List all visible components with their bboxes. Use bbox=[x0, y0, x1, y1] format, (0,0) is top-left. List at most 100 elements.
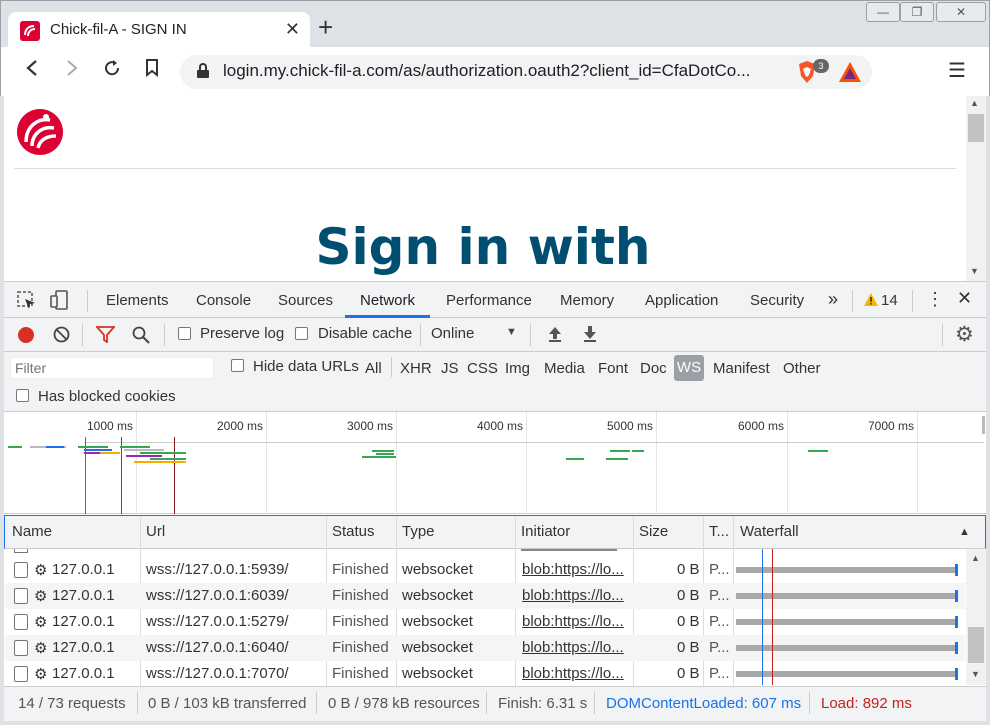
disable-cache-label[interactable]: Disable cache bbox=[318, 325, 412, 342]
status-separator bbox=[809, 692, 810, 714]
row-initiator-link[interactable]: blob:https://lo... bbox=[522, 613, 632, 630]
scroll-up-icon[interactable]: ▲ bbox=[971, 553, 980, 563]
filter-type-xhr[interactable]: XHR bbox=[400, 360, 432, 377]
clear-icon[interactable] bbox=[53, 326, 70, 343]
filter-type-ws[interactable]: WS bbox=[674, 355, 704, 381]
new-tab-button[interactable]: + bbox=[318, 14, 333, 40]
devtools-close-icon[interactable]: ✕ bbox=[957, 288, 972, 309]
tab-sources[interactable]: Sources bbox=[278, 292, 333, 309]
row-initiator-link[interactable]: blob:https://lo... bbox=[522, 561, 632, 578]
tab-application[interactable]: Application bbox=[645, 292, 718, 309]
address-bar[interactable]: login.my.chick-fil-a.com/as/authorizatio… bbox=[180, 55, 872, 89]
scroll-down-icon[interactable]: ▼ bbox=[971, 669, 980, 679]
minimize-button[interactable]: — bbox=[866, 2, 900, 22]
has-blocked-cookies-label[interactable]: Has blocked cookies bbox=[38, 388, 176, 405]
filter-type-other[interactable]: Other bbox=[783, 360, 821, 377]
column-status[interactable]: Status bbox=[332, 523, 375, 540]
timeline-gridline bbox=[266, 412, 267, 514]
status-separator bbox=[594, 692, 595, 714]
row-status: Finished bbox=[332, 639, 389, 656]
row-initiator-link[interactable]: blob:https://lo... bbox=[522, 587, 632, 604]
reload-button[interactable] bbox=[100, 58, 124, 84]
scroll-down-icon[interactable]: ▼ bbox=[970, 266, 979, 276]
column-size[interactable]: Size bbox=[639, 523, 668, 540]
column-initiator[interactable]: Initiator bbox=[521, 523, 570, 540]
column-url[interactable]: Url bbox=[146, 523, 165, 540]
table-row[interactable]: ⚙ 127.0.0.1 wss://127.0.0.1:5279/ Finish… bbox=[5, 609, 965, 635]
filter-separator bbox=[391, 357, 392, 377]
column-waterfall[interactable]: Waterfall bbox=[740, 523, 799, 540]
export-har-icon[interactable] bbox=[582, 325, 598, 343]
browser-tab[interactable]: Chick-fil-A - SIGN IN ✕ bbox=[8, 12, 310, 48]
scroll-up-icon[interactable]: ▲ bbox=[970, 98, 979, 108]
forward-button[interactable] bbox=[60, 58, 84, 84]
sort-ascending-icon[interactable]: ▲ bbox=[959, 526, 970, 538]
more-tabs-icon[interactable]: » bbox=[828, 289, 838, 310]
warning-icon[interactable] bbox=[864, 293, 878, 306]
tab-performance[interactable]: Performance bbox=[446, 292, 532, 309]
request-bar bbox=[376, 453, 394, 455]
tab-security[interactable]: Security bbox=[750, 292, 804, 309]
browser-menu-icon[interactable]: ☰ bbox=[948, 58, 966, 83]
filter-type-img[interactable]: Img bbox=[505, 360, 530, 377]
maximize-button[interactable]: ❐ bbox=[900, 2, 934, 22]
filter-type-manifest[interactable]: Manifest bbox=[713, 360, 770, 377]
filter-type-media[interactable]: Media bbox=[544, 360, 585, 377]
import-har-icon[interactable] bbox=[547, 325, 563, 343]
tab-network[interactable]: Network bbox=[360, 292, 415, 309]
page-scrollbar[interactable]: ▲ ▼ bbox=[966, 96, 986, 281]
table-row[interactable]: ⚙ 127.0.0.1 wss://127.0.0.1:6039/ Finish… bbox=[5, 583, 965, 609]
filter-input[interactable] bbox=[10, 357, 214, 379]
request-bar bbox=[120, 446, 150, 448]
requests-count: 14 / 73 requests bbox=[18, 695, 126, 712]
table-row[interactable]: ⚙ 127.0.0.1 wss://127.0.0.1:5939/ Finish… bbox=[5, 557, 965, 583]
column-name[interactable]: Name bbox=[12, 523, 52, 540]
record-icon[interactable] bbox=[18, 327, 34, 343]
disable-cache-checkbox[interactable] bbox=[295, 327, 308, 340]
row-url: wss://127.0.0.1:5279/ bbox=[146, 613, 289, 630]
filter-type-js[interactable]: JS bbox=[441, 360, 459, 377]
hide-data-urls-label[interactable]: Hide data URLs bbox=[253, 358, 359, 375]
row-initiator-link[interactable]: blob:https://lo... bbox=[522, 639, 632, 656]
table-row[interactable]: ⚙ 127.0.0.1 wss://127.0.0.1:6040/ Finish… bbox=[5, 635, 965, 661]
back-button[interactable] bbox=[20, 58, 44, 84]
gear-icon[interactable]: ⚙ bbox=[955, 322, 974, 347]
filter-type-font[interactable]: Font bbox=[598, 360, 628, 377]
tab-close-icon[interactable]: ✕ bbox=[285, 19, 300, 40]
window-close-button[interactable]: ✕ bbox=[936, 2, 986, 22]
request-bar bbox=[372, 450, 394, 452]
page-scrollbar-thumb[interactable] bbox=[968, 114, 984, 142]
search-icon[interactable] bbox=[132, 326, 150, 344]
column-time[interactable]: T... bbox=[709, 523, 729, 540]
brave-rewards-icon[interactable] bbox=[838, 61, 862, 83]
request-bar bbox=[134, 461, 186, 463]
filter-type-doc[interactable]: Doc bbox=[640, 360, 667, 377]
row-initiator-link[interactable]: blob:https://lo... bbox=[522, 665, 632, 682]
throttling-select[interactable]: Online bbox=[431, 325, 474, 342]
page-heading: Sign in with bbox=[315, 218, 651, 276]
preserve-log-checkbox[interactable] bbox=[178, 327, 191, 340]
bookmark-button[interactable] bbox=[140, 58, 164, 84]
warning-count[interactable]: 14 bbox=[881, 292, 898, 309]
table-row[interactable]: ⚙ 127.0.0.1 wss://127.0.0.1:7070/ Finish… bbox=[5, 661, 965, 687]
filter-type-css[interactable]: CSS bbox=[467, 360, 498, 377]
timeline-tick-label: 3000 ms bbox=[346, 419, 393, 433]
preserve-log-label[interactable]: Preserve log bbox=[200, 325, 284, 342]
overview-resize-handle[interactable] bbox=[982, 416, 985, 434]
has-blocked-cookies-checkbox[interactable] bbox=[16, 389, 29, 402]
chevron-down-icon[interactable]: ▼ bbox=[506, 326, 517, 338]
inspect-element-icon[interactable] bbox=[17, 291, 37, 311]
tab-elements[interactable]: Elements bbox=[106, 292, 169, 309]
devtools-menu-icon[interactable]: ⋮ bbox=[926, 289, 944, 310]
chick-fil-a-logo-icon[interactable] bbox=[16, 108, 66, 158]
table-scrollbar-thumb[interactable] bbox=[968, 627, 984, 663]
filter-icon[interactable] bbox=[96, 326, 115, 343]
tab-memory[interactable]: Memory bbox=[560, 292, 614, 309]
device-toolbar-icon[interactable] bbox=[50, 290, 70, 310]
tab-console[interactable]: Console bbox=[196, 292, 251, 309]
filter-type-all[interactable]: All bbox=[365, 360, 382, 377]
column-type[interactable]: Type bbox=[402, 523, 435, 540]
table-scrollbar[interactable]: ▲ ▼ bbox=[966, 549, 986, 685]
row-name: 127.0.0.1 bbox=[52, 665, 115, 682]
hide-data-urls-checkbox[interactable] bbox=[231, 359, 244, 372]
